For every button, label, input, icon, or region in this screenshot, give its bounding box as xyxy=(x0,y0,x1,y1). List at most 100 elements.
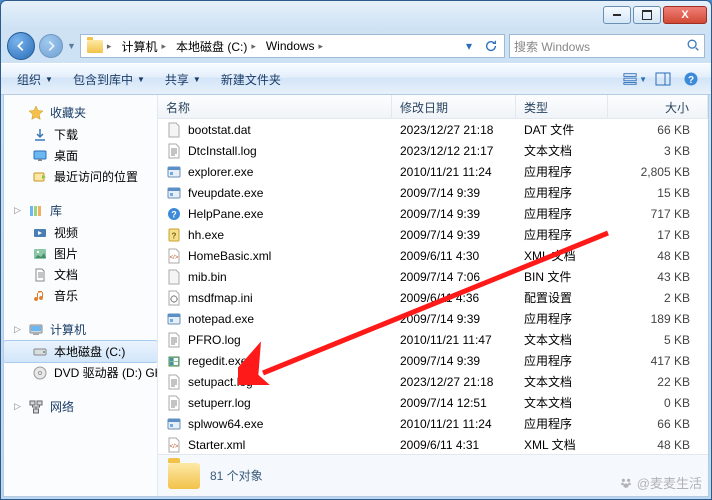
preview-button[interactable] xyxy=(651,68,675,90)
refresh-button[interactable] xyxy=(480,35,502,57)
file-size: 5 KB xyxy=(616,333,708,347)
addr-dropdown[interactable]: ▾ xyxy=(458,35,480,57)
col-type[interactable]: 类型 xyxy=(516,95,608,118)
body: 收藏夹 下载 桌面 最近访问的位置 ▷库 视频 图片 文档 音乐 ▷计算机 本地… xyxy=(3,95,709,497)
file-row[interactable]: DtcInstall.log2023/12/12 21:17文本文档3 KB xyxy=(158,140,708,161)
recent-icon xyxy=(32,169,48,185)
file-type: XML 文档 xyxy=(524,436,616,453)
file-size: 15 KB xyxy=(616,186,708,200)
breadcrumb-root[interactable]: ▸ xyxy=(83,35,118,57)
nav-libraries[interactable]: ▷库 xyxy=(4,199,157,222)
file-icon xyxy=(166,143,182,159)
breadcrumb-2[interactable]: Windows▸ xyxy=(262,35,329,57)
help-button[interactable]: ? xyxy=(679,68,703,90)
col-size[interactable]: 大小 xyxy=(608,95,708,118)
back-button[interactable] xyxy=(7,32,35,60)
desktop-icon xyxy=(32,148,48,164)
file-list: bootstat.dat2023/12/27 21:18DAT 文件66 KBD… xyxy=(158,119,708,454)
nav-drive-c[interactable]: 本地磁盘 (C:) xyxy=(4,341,157,362)
file-row[interactable]: mib.bin2009/7/14 7:06BIN 文件43 KB xyxy=(158,266,708,287)
file-date: 2009/6/11 4:30 xyxy=(400,249,524,263)
file-icon xyxy=(166,311,182,327)
file-type: BIN 文件 xyxy=(524,268,616,285)
nav-documents[interactable]: 文档 xyxy=(4,264,157,285)
file-name: mib.bin xyxy=(188,270,227,284)
file-date: 2009/6/11 4:31 xyxy=(400,438,524,452)
file-row[interactable]: regedit.exe2009/7/14 9:39应用程序417 KB xyxy=(158,350,708,371)
toolbar: 组织▼ 包含到库中▼ 共享▼ 新建文件夹 ▼ ? xyxy=(1,63,711,95)
file-date: 2009/7/14 9:39 xyxy=(400,354,524,368)
search-icon xyxy=(686,38,700,55)
main-pane: 名称 修改日期 类型 大小 bootstat.dat2023/12/27 21:… xyxy=(158,95,708,496)
file-type: 应用程序 xyxy=(524,205,616,222)
file-icon xyxy=(166,332,182,348)
file-icon xyxy=(166,164,182,180)
file-date: 2009/6/11 4:36 xyxy=(400,291,524,305)
breadcrumb-1[interactable]: 本地磁盘 (C:)▸ xyxy=(172,35,262,57)
file-name: notepad.exe xyxy=(188,312,254,326)
nav-favorites[interactable]: 收藏夹 xyxy=(4,101,157,124)
file-date: 2009/7/14 9:39 xyxy=(400,207,524,221)
file-icon xyxy=(166,269,182,285)
nav-videos[interactable]: 视频 xyxy=(4,222,157,243)
file-name: setupact.log xyxy=(188,375,253,389)
recent-dropdown[interactable]: ▼ xyxy=(67,41,76,51)
nav-music[interactable]: 音乐 xyxy=(4,285,157,306)
address-bar[interactable]: ▸ 计算机▸ 本地磁盘 (C:)▸ Windows▸ ▾ xyxy=(80,34,505,58)
nav-pictures[interactable]: 图片 xyxy=(4,243,157,264)
file-type: 应用程序 xyxy=(524,163,616,180)
include-button[interactable]: 包含到库中▼ xyxy=(65,67,153,92)
nav-recent[interactable]: 最近访问的位置 xyxy=(4,166,157,187)
file-name: hh.exe xyxy=(188,228,224,242)
file-row[interactable]: </>Starter.xml2009/6/11 4:31XML 文档48 KB xyxy=(158,434,708,454)
refresh-icon xyxy=(484,39,498,53)
file-size: 22 KB xyxy=(616,375,708,389)
file-date: 2010/11/21 11:47 xyxy=(400,333,524,347)
file-icon xyxy=(166,374,182,390)
file-name: msdfmap.ini xyxy=(188,291,253,305)
search-input[interactable]: 搜索 Windows xyxy=(509,34,705,58)
file-row[interactable]: setupact.log2023/12/27 21:18文本文档22 KB xyxy=(158,371,708,392)
file-row[interactable]: notepad.exe2009/7/14 9:39应用程序189 KB xyxy=(158,308,708,329)
view-button[interactable]: ▼ xyxy=(623,68,647,90)
close-button[interactable]: X xyxy=(663,6,707,24)
nav-downloads[interactable]: 下载 xyxy=(4,124,157,145)
file-name: splwow64.exe xyxy=(188,417,263,431)
nav-computer[interactable]: ▷计算机 xyxy=(4,318,157,341)
file-row[interactable]: setuperr.log2009/7/14 12:51文本文档0 KB xyxy=(158,392,708,413)
folder-icon xyxy=(168,463,200,489)
file-row[interactable]: splwow64.exe2010/11/21 11:24应用程序66 KB xyxy=(158,413,708,434)
arrow-right-icon xyxy=(44,39,58,53)
file-row[interactable]: ?hh.exe2009/7/14 9:39应用程序17 KB xyxy=(158,224,708,245)
file-name: explorer.exe xyxy=(188,165,253,179)
organize-button[interactable]: 组织▼ xyxy=(9,67,61,92)
nav-desktop[interactable]: 桌面 xyxy=(4,145,157,166)
col-date[interactable]: 修改日期 xyxy=(392,95,516,118)
watermark: @麦麦生活 xyxy=(619,473,702,492)
minimize-button[interactable] xyxy=(603,6,631,24)
file-row[interactable]: ?HelpPane.exe2009/7/14 9:39应用程序717 KB xyxy=(158,203,708,224)
file-row[interactable]: fveupdate.exe2009/7/14 9:39应用程序15 KB xyxy=(158,182,708,203)
file-date: 2010/11/21 11:24 xyxy=(400,165,524,179)
file-row[interactable]: msdfmap.ini2009/6/11 4:36配置设置2 KB xyxy=(158,287,708,308)
forward-button[interactable] xyxy=(39,34,63,58)
file-icon xyxy=(166,353,182,369)
file-type: 文本文档 xyxy=(524,331,616,348)
nav-network[interactable]: ▷网络 xyxy=(4,395,157,418)
dvd-icon xyxy=(32,365,48,381)
file-row[interactable]: </>HomeBasic.xml2009/6/11 4:30XML 文档48 K… xyxy=(158,245,708,266)
share-button[interactable]: 共享▼ xyxy=(157,67,209,92)
file-row[interactable]: PFRO.log2010/11/21 11:47文本文档5 KB xyxy=(158,329,708,350)
file-row[interactable]: explorer.exe2010/11/21 11:24应用程序2,805 KB xyxy=(158,161,708,182)
newfolder-button[interactable]: 新建文件夹 xyxy=(213,67,289,92)
file-icon: </> xyxy=(166,248,182,264)
breadcrumb-0[interactable]: 计算机▸ xyxy=(117,35,172,57)
file-row[interactable]: bootstat.dat2023/12/27 21:18DAT 文件66 KB xyxy=(158,119,708,140)
svg-text:</>: </> xyxy=(170,255,179,261)
file-icon: </> xyxy=(166,437,182,453)
nav-drive-d[interactable]: DVD 驱动器 (D:) GH xyxy=(4,362,157,383)
svg-text:</>: </> xyxy=(170,444,179,450)
col-name[interactable]: 名称 xyxy=(158,95,392,118)
maximize-button[interactable] xyxy=(633,6,661,24)
svg-text:?: ? xyxy=(688,75,694,86)
